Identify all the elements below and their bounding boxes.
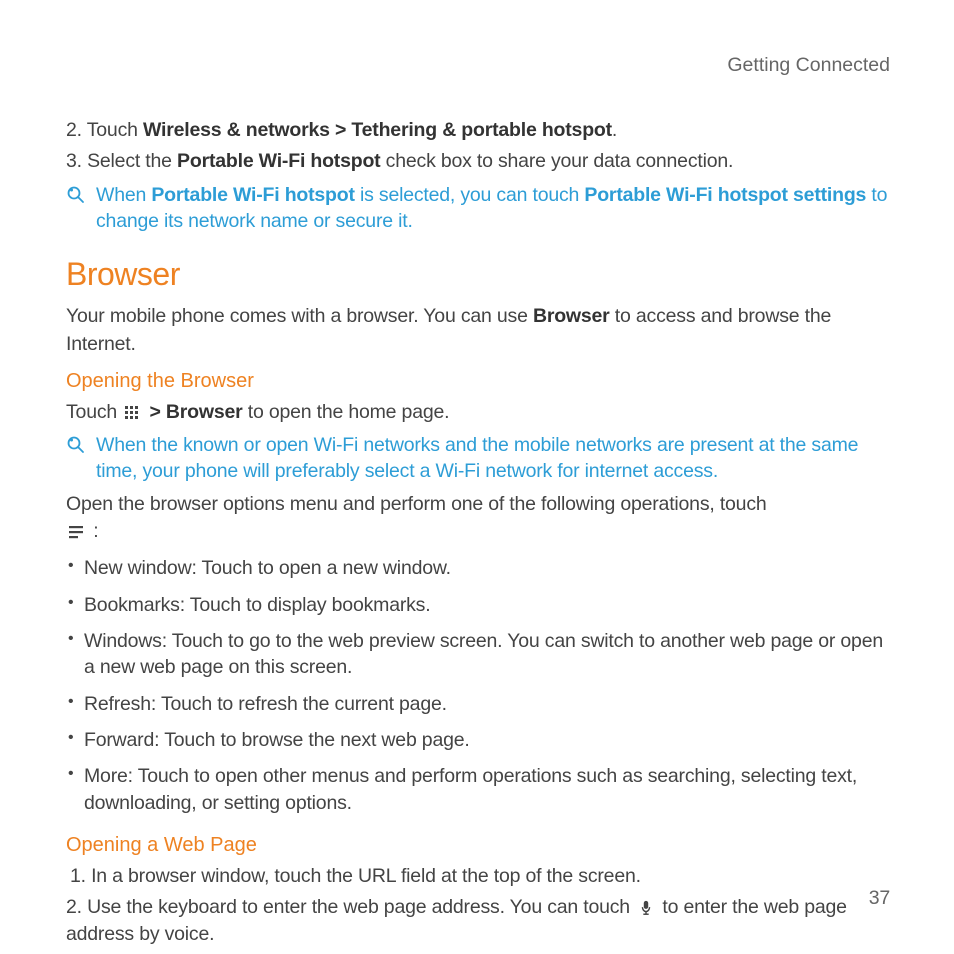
subtitle-opening-browser: Opening the Browser: [66, 370, 890, 393]
options-intro-pre: Open the browser options menu and perfor…: [66, 493, 767, 515]
page-number: 37: [869, 887, 890, 910]
options-list: New window: Touch to open a new window. …: [66, 555, 890, 816]
note1-pre: When: [96, 184, 151, 206]
note-wifi-text: When the known or open Wi-Fi networks an…: [96, 432, 890, 485]
list-item: Refresh: Touch to refresh the current pa…: [66, 691, 890, 717]
ob-post: to open the home page.: [243, 401, 450, 423]
note1-b1: Portable Wi-Fi hotspot: [151, 184, 354, 206]
ob-bold: Browser: [166, 401, 243, 423]
ws1-text: In a browser window, touch the URL field…: [91, 865, 641, 887]
intro-bold: Browser: [533, 305, 610, 327]
step-3: 3. Select the Portable Wi-Fi hotspot che…: [66, 148, 890, 175]
options-intro-post: :: [88, 520, 98, 542]
step-2-pre: Touch: [87, 119, 143, 141]
step-2-bold: Wireless & networks > Tethering & portab…: [143, 119, 612, 141]
note-hotspot-text: When Portable Wi-Fi hotspot is selected,…: [96, 182, 890, 235]
ob-pre: Touch: [66, 401, 122, 423]
step-3-num: 3.: [66, 150, 87, 172]
list-item: New window: Touch to open a new window.: [66, 555, 890, 581]
ws2-num: 2.: [66, 896, 87, 918]
step-2-num: 2.: [66, 119, 87, 141]
list-item: Forward: Touch to browse the next web pa…: [66, 727, 890, 753]
webpage-step-2: 2. Use the keyboard to enter the web pag…: [66, 894, 890, 949]
note-hotspot: When Portable Wi-Fi hotspot is selected,…: [66, 182, 890, 235]
webpage-step-1: 1. In a browser window, touch the URL fi…: [66, 863, 890, 890]
note1-b2: Portable Wi-Fi hotspot settings: [584, 184, 866, 206]
browser-intro: Your mobile phone comes with a browser. …: [66, 303, 890, 358]
magnifier-icon: [66, 182, 96, 235]
step-2: 2. Touch Wireless & networks > Tethering…: [66, 117, 890, 144]
ws2-pre: Use the keyboard to enter the web page a…: [87, 896, 635, 918]
section-title-browser: Browser: [66, 256, 890, 293]
magnifier-icon: [66, 432, 96, 485]
list-item: Bookmarks: Touch to display bookmarks.: [66, 592, 890, 618]
options-intro: Open the browser options menu and perfor…: [66, 491, 890, 546]
intro-pre: Your mobile phone comes with a browser. …: [66, 305, 533, 327]
apps-grid-icon: [124, 405, 142, 421]
step-3-pre: Select the: [87, 150, 177, 172]
list-item: More: Touch to open other menus and perf…: [66, 763, 890, 816]
microphone-icon: [637, 900, 655, 916]
step-3-bold: Portable Wi-Fi hotspot: [177, 150, 380, 172]
menu-icon: [68, 524, 86, 540]
opening-browser-line: Touch > Browser to open the home page.: [66, 399, 890, 426]
note1-mid: is selected, you can touch: [355, 184, 585, 206]
step-2-post: .: [612, 119, 617, 141]
note-wifi: When the known or open Wi-Fi networks an…: [66, 432, 890, 485]
ws1-num: 1.: [70, 865, 91, 887]
step-3-post: check box to share your data connection.: [380, 150, 733, 172]
page-header: Getting Connected: [66, 54, 890, 77]
ob-mid: >: [144, 401, 166, 423]
subtitle-open-webpage: Opening a Web Page: [66, 834, 890, 857]
list-item: Windows: Touch to go to the web preview …: [66, 628, 890, 681]
